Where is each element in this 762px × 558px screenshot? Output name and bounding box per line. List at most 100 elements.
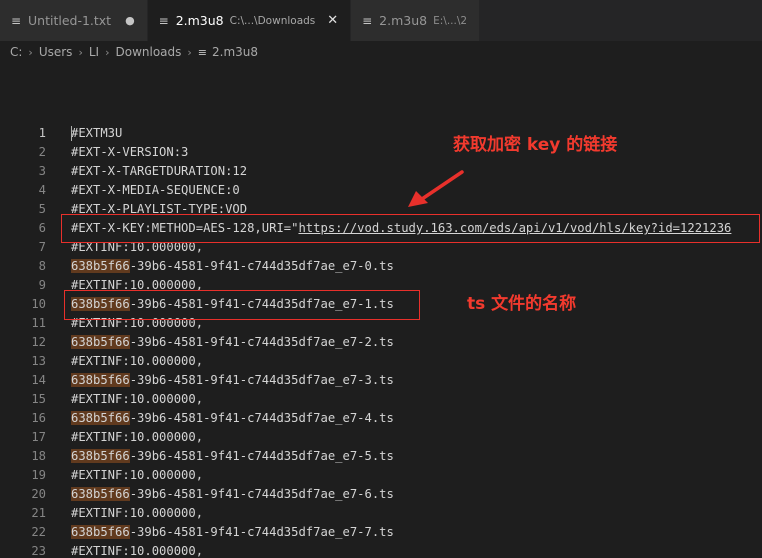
tab-bar-empty-area	[480, 0, 762, 41]
code-line[interactable]: 14 638b5f66-39b6-4581-9f41-c744d35df7ae_e…	[0, 371, 762, 390]
code-text-rest: -39b6-4581-9f41-c744d35df7ae_e7-7.ts	[129, 525, 394, 539]
tab-bar: ≡ Untitled-1.txt ● ≡ 2.m3u8 C:\...\Downl…	[0, 0, 762, 41]
breadcrumb-segment-li[interactable]: LI	[89, 45, 99, 59]
line-number: 21	[31, 506, 46, 520]
code-line[interactable]: 20 638b5f66-39b6-4581-9f41-c744d35df7ae_e…	[0, 485, 762, 504]
code-line[interactable]: 2 #EXT-X-VERSION:3	[0, 143, 762, 162]
line-number: 9	[38, 278, 46, 292]
code-line[interactable]: 13 #EXTINF:10.000000,	[0, 352, 762, 371]
code-text-rest: -39b6-4581-9f41-c744d35df7ae_e7-2.ts	[129, 335, 394, 349]
code-line[interactable]: 22 638b5f66-39b6-4581-9f41-c744d35df7ae_e…	[0, 523, 762, 542]
code-text[interactable]: 638b5f66-39b6-4581-9f41-c744d35df7ae_e7-…	[71, 523, 394, 542]
line-number: 18	[31, 449, 46, 463]
line-number: 17	[31, 430, 46, 444]
chevron-right-icon: ›	[105, 45, 110, 59]
line-number: 23	[31, 544, 46, 558]
code-text[interactable]: #EXTM3U	[71, 124, 122, 143]
line-number: 11	[31, 316, 46, 330]
code-text-rest: -39b6-4581-9f41-c744d35df7ae_e7-6.ts	[129, 487, 394, 501]
annotation-key-link-label: 获取加密 key 的链接	[453, 135, 618, 155]
code-text-rest: -39b6-4581-9f41-c744d35df7ae_e7-0.ts	[129, 259, 394, 273]
breadcrumb-segment-downloads[interactable]: Downloads	[115, 45, 181, 59]
code-line[interactable]: 15 #EXTINF:10.000000,	[0, 390, 762, 409]
breadcrumb-segment-drive[interactable]: C:	[10, 45, 22, 59]
code-text[interactable]: 638b5f66-39b6-4581-9f41-c744d35df7ae_e7-…	[71, 333, 394, 352]
code-text[interactable]: #EXT-X-TARGETDURATION:12	[71, 162, 247, 181]
breadcrumb-file[interactable]: 2.m3u8	[212, 45, 258, 59]
chevron-right-icon: ›	[187, 45, 192, 59]
annotation-box-key-line	[61, 214, 760, 243]
line-number: 3	[38, 164, 46, 178]
line-number: 15	[31, 392, 46, 406]
chevron-right-icon: ›	[28, 45, 33, 59]
line-number: 8	[38, 259, 46, 273]
tab-2-m3u8-downloads[interactable]: ≡ 2.m3u8 C:\...\Downloads ✕	[147, 0, 352, 41]
code-text[interactable]: 638b5f66-39b6-4581-9f41-c744d35df7ae_e7-…	[71, 447, 394, 466]
line-number: 2	[38, 145, 46, 159]
line-number: 16	[31, 411, 46, 425]
code-text[interactable]: 638b5f66-39b6-4581-9f41-c744d35df7ae_e7-…	[71, 409, 394, 428]
code-text[interactable]: #EXT-X-MEDIA-SEQUENCE:0	[71, 181, 240, 200]
code-text[interactable]: #EXTINF:10.000000,	[71, 466, 203, 485]
line-number: 4	[38, 183, 46, 197]
search-match-highlight: 638b5f66	[71, 411, 130, 425]
breadcrumb: C: › Users › LI › Downloads › ≡ 2.m3u8	[0, 41, 762, 63]
code-line[interactable]: 21 #EXTINF:10.000000,	[0, 504, 762, 523]
annotation-box-ts-filename	[64, 290, 420, 320]
line-number: 19	[31, 468, 46, 482]
code-text[interactable]: 638b5f66-39b6-4581-9f41-c744d35df7ae_e7-…	[71, 257, 394, 276]
annotation-arrow-icon	[408, 170, 464, 207]
code-text-rest: -39b6-4581-9f41-c744d35df7ae_e7-3.ts	[129, 373, 394, 387]
tab-label: 2.m3u8	[175, 13, 224, 28]
code-text[interactable]: #EXT-X-VERSION:3	[71, 143, 188, 162]
text-file-icon: ≡	[158, 13, 169, 28]
search-match-highlight: 638b5f66	[71, 373, 130, 387]
code-text[interactable]: #EXTINF:10.000000,	[71, 390, 203, 409]
code-text[interactable]: 638b5f66-39b6-4581-9f41-c744d35df7ae_e7-…	[71, 371, 394, 390]
line-number: 6	[38, 221, 46, 235]
code-editor[interactable]: 1 #EXTM3U 2 #EXT-X-VERSION:3 3 #EXT-X-TARGETD…	[0, 124, 762, 558]
breadcrumb-segment-users[interactable]: Users	[39, 45, 73, 59]
code-line[interactable]: 17 #EXTINF:10.000000,	[0, 428, 762, 447]
code-text[interactable]: #EXTINF:10.000000,	[71, 542, 203, 558]
annotation-ts-name-label: ts 文件的名称	[467, 294, 577, 314]
line-number: 1	[38, 126, 46, 140]
text-file-icon: ≡	[362, 13, 373, 28]
code-text[interactable]: #EXTINF:10.000000,	[71, 428, 203, 447]
code-line[interactable]: 23 #EXTINF:10.000000,	[0, 542, 762, 558]
code-line[interactable]: 12 638b5f66-39b6-4581-9f41-c744d35df7ae_e…	[0, 333, 762, 352]
tab-untitled-1[interactable]: ≡ Untitled-1.txt ●	[0, 0, 148, 41]
line-number: 5	[38, 202, 46, 216]
code-line[interactable]: 19 #EXTINF:10.000000,	[0, 466, 762, 485]
tab-label: Untitled-1.txt	[28, 13, 112, 28]
text-file-icon: ≡	[197, 45, 208, 59]
chevron-right-icon: ›	[78, 45, 83, 59]
code-text[interactable]: #EXTINF:10.000000,	[71, 352, 203, 371]
code-line[interactable]: 3 #EXT-X-TARGETDURATION:12	[0, 162, 762, 181]
text-file-icon: ≡	[10, 13, 22, 28]
close-icon[interactable]: ✕	[327, 13, 338, 28]
tab-2-m3u8-e-drive[interactable]: ≡ 2.m3u8 E:\...\2	[351, 0, 481, 41]
code-line[interactable]: 8 638b5f66-39b6-4581-9f41-c744d35df7ae_e7…	[0, 257, 762, 276]
line-number: 12	[31, 335, 46, 349]
code-line[interactable]: 18 638b5f66-39b6-4581-9f41-c744d35df7ae_e…	[0, 447, 762, 466]
code-text[interactable]: 638b5f66-39b6-4581-9f41-c744d35df7ae_e7-…	[71, 485, 394, 504]
line-number: 7	[38, 240, 46, 254]
line-number: 22	[31, 525, 46, 539]
line-number: 13	[31, 354, 46, 368]
unsaved-dot-icon[interactable]: ●	[125, 14, 135, 27]
code-line[interactable]: 1 #EXTM3U	[0, 124, 762, 143]
text-cursor	[71, 126, 72, 141]
line-number: 10	[31, 297, 46, 311]
search-match-highlight: 638b5f66	[71, 335, 130, 349]
line-number: 20	[31, 487, 46, 501]
code-text-rest: -39b6-4581-9f41-c744d35df7ae_e7-4.ts	[129, 411, 394, 425]
line-number: 14	[31, 373, 46, 387]
code-line[interactable]: 4 #EXT-X-MEDIA-SEQUENCE:0	[0, 181, 762, 200]
search-match-highlight: 638b5f66	[71, 259, 130, 273]
search-match-highlight: 638b5f66	[71, 449, 130, 463]
tab-description: C:\...\Downloads	[229, 14, 316, 27]
code-text[interactable]: #EXTINF:10.000000,	[71, 504, 203, 523]
search-match-highlight: 638b5f66	[71, 525, 130, 539]
code-line[interactable]: 16 638b5f66-39b6-4581-9f41-c744d35df7ae_e…	[0, 409, 762, 428]
